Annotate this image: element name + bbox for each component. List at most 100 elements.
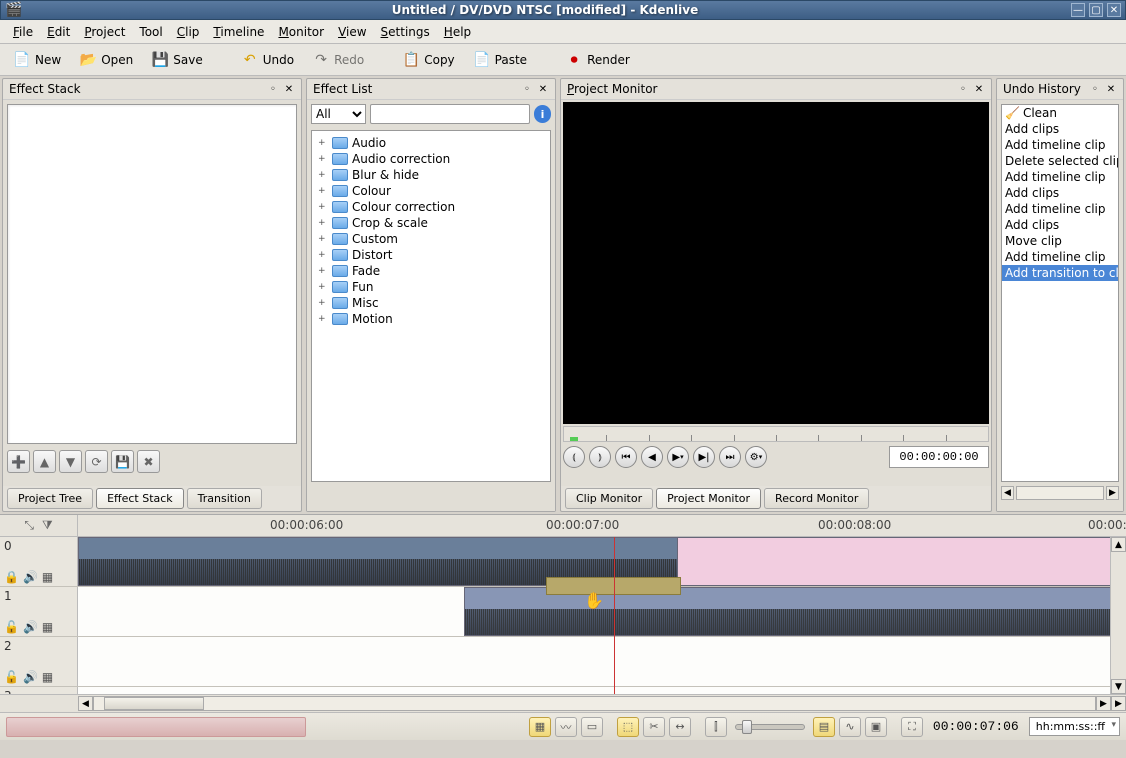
tab-record-monitor[interactable]: Record Monitor [764,488,869,509]
scroll-left-button[interactable]: ◀ [1001,486,1014,500]
mute-icon[interactable]: 🔊 [23,670,38,684]
scroll-thumb[interactable] [104,697,204,710]
undo-item[interactable]: Delete selected clip [1002,153,1118,169]
effect-category[interactable]: +Distort [316,247,546,263]
new-button[interactable]: 📄New [8,47,66,73]
menu-project[interactable]: Project [77,22,132,42]
goto-start-button[interactable]: ⦅ [563,446,585,468]
panel-close-button[interactable]: ✕ [973,83,985,95]
menu-tool[interactable]: Tool [132,22,169,42]
scroll-track[interactable] [1016,486,1104,500]
undo-item[interactable]: Add clips [1002,217,1118,233]
effect-category[interactable]: +Custom [316,231,546,247]
undo-item[interactable]: Add timeline clip [1002,249,1118,265]
timeline-ruler[interactable]: ⤡⧩ 00:00:06:00 00:00:07:00 00:00:08:00 0… [0,515,1126,537]
video-icon[interactable]: ▦ [42,670,53,684]
menu-view[interactable]: View [331,22,373,42]
menu-settings[interactable]: Settings [374,22,437,42]
undo-item[interactable]: Add timeline clip [1002,201,1118,217]
mute-icon[interactable]: 🔊 [23,620,38,634]
effect-category[interactable]: +Blur & hide [316,167,546,183]
window-close-button[interactable]: ✕ [1107,3,1121,17]
menu-edit[interactable]: Edit [40,22,77,42]
save-effect-button[interactable]: 💾 [111,450,134,473]
undo-item[interactable]: Add transition to clip [1002,265,1118,281]
menu-timeline[interactable]: Timeline [206,22,271,42]
effect-search-input[interactable] [370,104,530,124]
add-effect-button[interactable]: ➕ [7,450,30,473]
panel-close-button[interactable]: ✕ [537,83,549,95]
effect-category[interactable]: +Audio [316,135,546,151]
timeline-vscroll[interactable]: ▲▼ [1110,537,1126,694]
track-2[interactable]: 2🔓🔊▦ [0,637,1126,687]
scroll-right-button[interactable]: ▶ [1111,696,1126,711]
mute-icon[interactable]: 🔊 [23,570,38,584]
monitor-ruler[interactable] [563,426,989,442]
open-button[interactable]: 📂Open [74,47,138,73]
markers-button[interactable]: ▭ [581,717,603,737]
delete-effect-button[interactable]: ✖ [137,450,160,473]
transition-clip[interactable] [546,577,681,595]
panel-close-button[interactable]: ✕ [283,83,295,95]
timecode-format-select[interactable]: hh:mm:ss::ff [1029,717,1120,736]
menu-monitor[interactable]: Monitor [271,22,331,42]
zoom-slider[interactable] [735,724,805,730]
redo-button[interactable]: ↷Redo [307,47,369,73]
thumbnails-button[interactable]: ▦ [529,717,551,737]
menu-help[interactable]: Help [437,22,478,42]
goto-end-button[interactable]: ⦆ [589,446,611,468]
zoom-out-icon[interactable]: ⤡ [24,518,34,533]
effect-category[interactable]: +Fun [316,279,546,295]
monitor-timecode[interactable]: 00:00:00:00 [889,446,989,468]
forward-button[interactable]: ⏭ [719,446,741,468]
effect-category[interactable]: +Crop & scale [316,215,546,231]
window-maximize-button[interactable]: ▢ [1089,3,1103,17]
lock-icon[interactable]: 🔒 [4,570,19,584]
undo-list[interactable]: 🧹 CleanAdd clipsAdd timeline clipDelete … [1001,104,1119,482]
effect-category[interactable]: +Misc [316,295,546,311]
window-minimize-button[interactable]: — [1071,3,1085,17]
effect-category[interactable]: +Audio correction [316,151,546,167]
render-button[interactable]: ⏺Render [560,47,635,73]
panel-float-button[interactable]: ◦ [521,83,533,95]
lock-icon[interactable]: 🔓 [4,670,19,684]
menu-file[interactable]: File [6,22,40,42]
move-up-button[interactable]: ▲ [33,450,56,473]
lock-icon[interactable]: 🔓 [4,620,19,634]
track-0[interactable]: 0🔒🔊▦ [0,537,1126,587]
undo-item[interactable]: Add clips [1002,185,1118,201]
copy-button[interactable]: 📋Copy [397,47,459,73]
tab-project-monitor[interactable]: Project Monitor [656,488,761,509]
effect-filter-select[interactable]: All [311,104,366,124]
scroll-right-button[interactable]: ▶ [1106,486,1119,500]
panel-float-button[interactable]: ◦ [267,83,279,95]
save-button[interactable]: 💾Save [146,47,207,73]
split-view-button[interactable]: ⫿ [705,717,727,737]
panel-close-button[interactable]: ✕ [1105,83,1117,95]
select-tool-button[interactable]: ⬚ [617,717,639,737]
track-3[interactable]: 3 [0,687,1126,694]
scroll-right-button[interactable]: ▶ [1096,696,1111,711]
effect-category[interactable]: +Motion [316,311,546,327]
tab-transition[interactable]: Transition [187,488,262,509]
fit-zoom-button[interactable]: ⛶ [901,717,923,737]
undo-item[interactable]: Move clip [1002,233,1118,249]
undo-item[interactable]: Add timeline clip [1002,169,1118,185]
zoom-in-icon[interactable]: ⧩ [42,518,53,533]
undo-item[interactable]: Add clips [1002,121,1118,137]
effect-category[interactable]: +Colour [316,183,546,199]
reset-effect-button[interactable]: ⟳ [85,450,108,473]
video-icon[interactable]: ▦ [42,620,53,634]
audio-thumbs-button[interactable]: 〰 [555,717,577,737]
undo-item[interactable]: 🧹 Clean [1002,105,1118,121]
scroll-left-button[interactable]: ◀ [78,696,93,711]
tab-effect-stack[interactable]: Effect Stack [96,488,184,509]
undo-button[interactable]: ↶Undo [236,47,299,73]
snap-button[interactable]: ▤ [813,717,835,737]
move-down-button[interactable]: ▼ [59,450,82,473]
play-button[interactable]: ▶▾ [667,446,689,468]
tab-clip-monitor[interactable]: Clip Monitor [565,488,653,509]
rewind-button[interactable]: ⏮ [615,446,637,468]
effect-category[interactable]: +Fade [316,263,546,279]
tab-project-tree[interactable]: Project Tree [7,488,93,509]
